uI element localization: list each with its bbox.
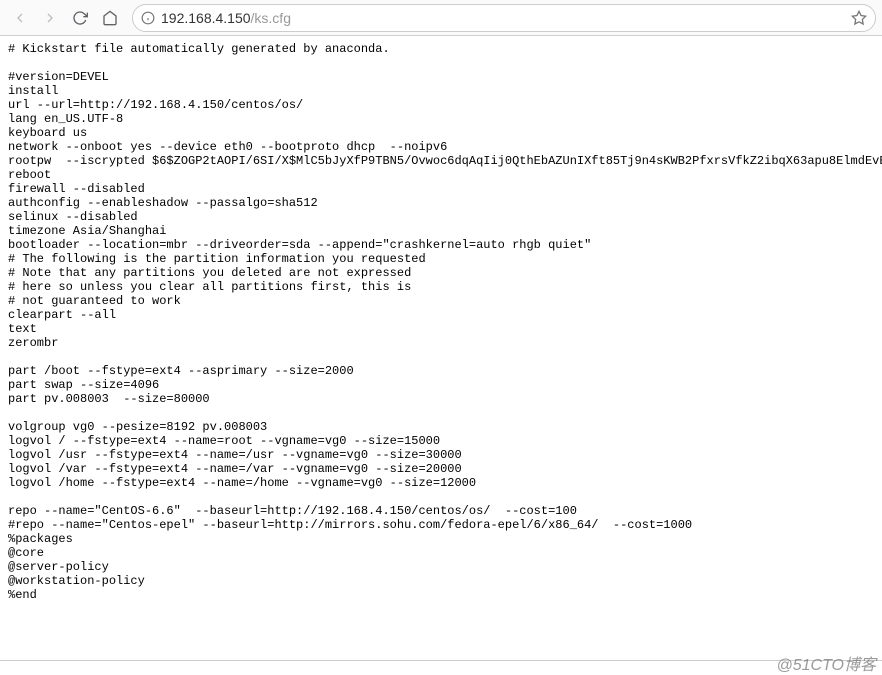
arrow-left-icon [12, 10, 28, 26]
reload-button[interactable] [66, 4, 94, 32]
bookmark-button[interactable] [851, 10, 867, 26]
browser-toolbar: 192.168.4.150/ks.cfg [0, 0, 882, 36]
home-button[interactable] [96, 4, 124, 32]
forward-button[interactable] [36, 4, 64, 32]
reload-icon [72, 10, 88, 26]
page-content: # Kickstart file automatically generated… [0, 36, 882, 675]
address-bar[interactable]: 192.168.4.150/ks.cfg [132, 4, 876, 32]
bottom-divider [0, 660, 882, 661]
star-icon [851, 10, 867, 26]
url-path: /ks.cfg [251, 10, 291, 26]
back-button[interactable] [6, 4, 34, 32]
home-icon [102, 10, 118, 26]
url-host: 192.168.4.150 [161, 10, 251, 26]
arrow-right-icon [42, 10, 58, 26]
watermark: @51CTO博客 [776, 651, 876, 675]
url-text: 192.168.4.150/ks.cfg [161, 10, 845, 26]
info-icon[interactable] [141, 11, 155, 25]
